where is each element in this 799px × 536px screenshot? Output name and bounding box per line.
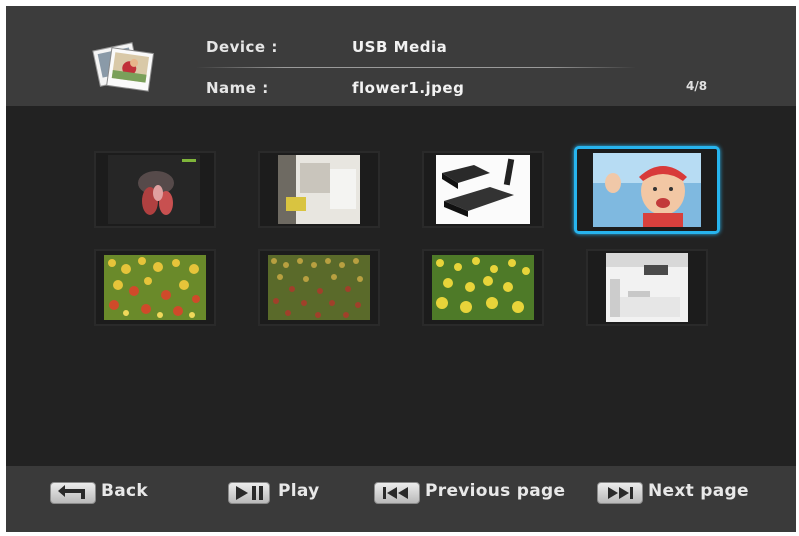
thumbnail-7[interactable]: [422, 249, 544, 326]
thumbnail-grid: [6, 106, 796, 466]
device-label: Device :: [206, 38, 278, 56]
previous-page-button[interactable]: [374, 482, 420, 504]
thumbnail-3[interactable]: [422, 151, 544, 228]
thumbnail-1[interactable]: [94, 151, 216, 228]
play-label: Play: [278, 481, 320, 501]
name-label: Name :: [206, 79, 269, 97]
device-value: USB Media: [352, 38, 448, 56]
next-page-button[interactable]: [597, 482, 643, 504]
thumbnail-8[interactable]: [586, 249, 708, 326]
name-value: flower1.jpeg: [352, 79, 465, 97]
header-divider: [196, 67, 636, 68]
thumbnail-6[interactable]: [258, 249, 380, 326]
thumbnail-4-selected[interactable]: [574, 146, 720, 234]
thumbnail-5[interactable]: [94, 249, 216, 326]
back-label: Back: [101, 481, 149, 501]
skip-next-icon: [608, 487, 633, 499]
play-pause-icon: [236, 486, 263, 500]
play-pause-button[interactable]: [228, 482, 270, 504]
thumbnail-2[interactable]: [258, 151, 380, 228]
previous-page-label: Previous page: [425, 481, 566, 501]
page-indicator: 4/8: [686, 79, 708, 93]
skip-previous-icon: [383, 487, 408, 499]
photo-browser-screen: Device : USB Media Name : flower1.jpeg 4…: [6, 6, 796, 532]
back-button[interactable]: [50, 482, 96, 504]
header-bar: Device : USB Media Name : flower1.jpeg 4…: [6, 6, 796, 106]
return-arrow-icon: [58, 485, 85, 499]
photos-stack-icon: [89, 38, 157, 96]
next-page-label: Next page: [648, 481, 749, 501]
